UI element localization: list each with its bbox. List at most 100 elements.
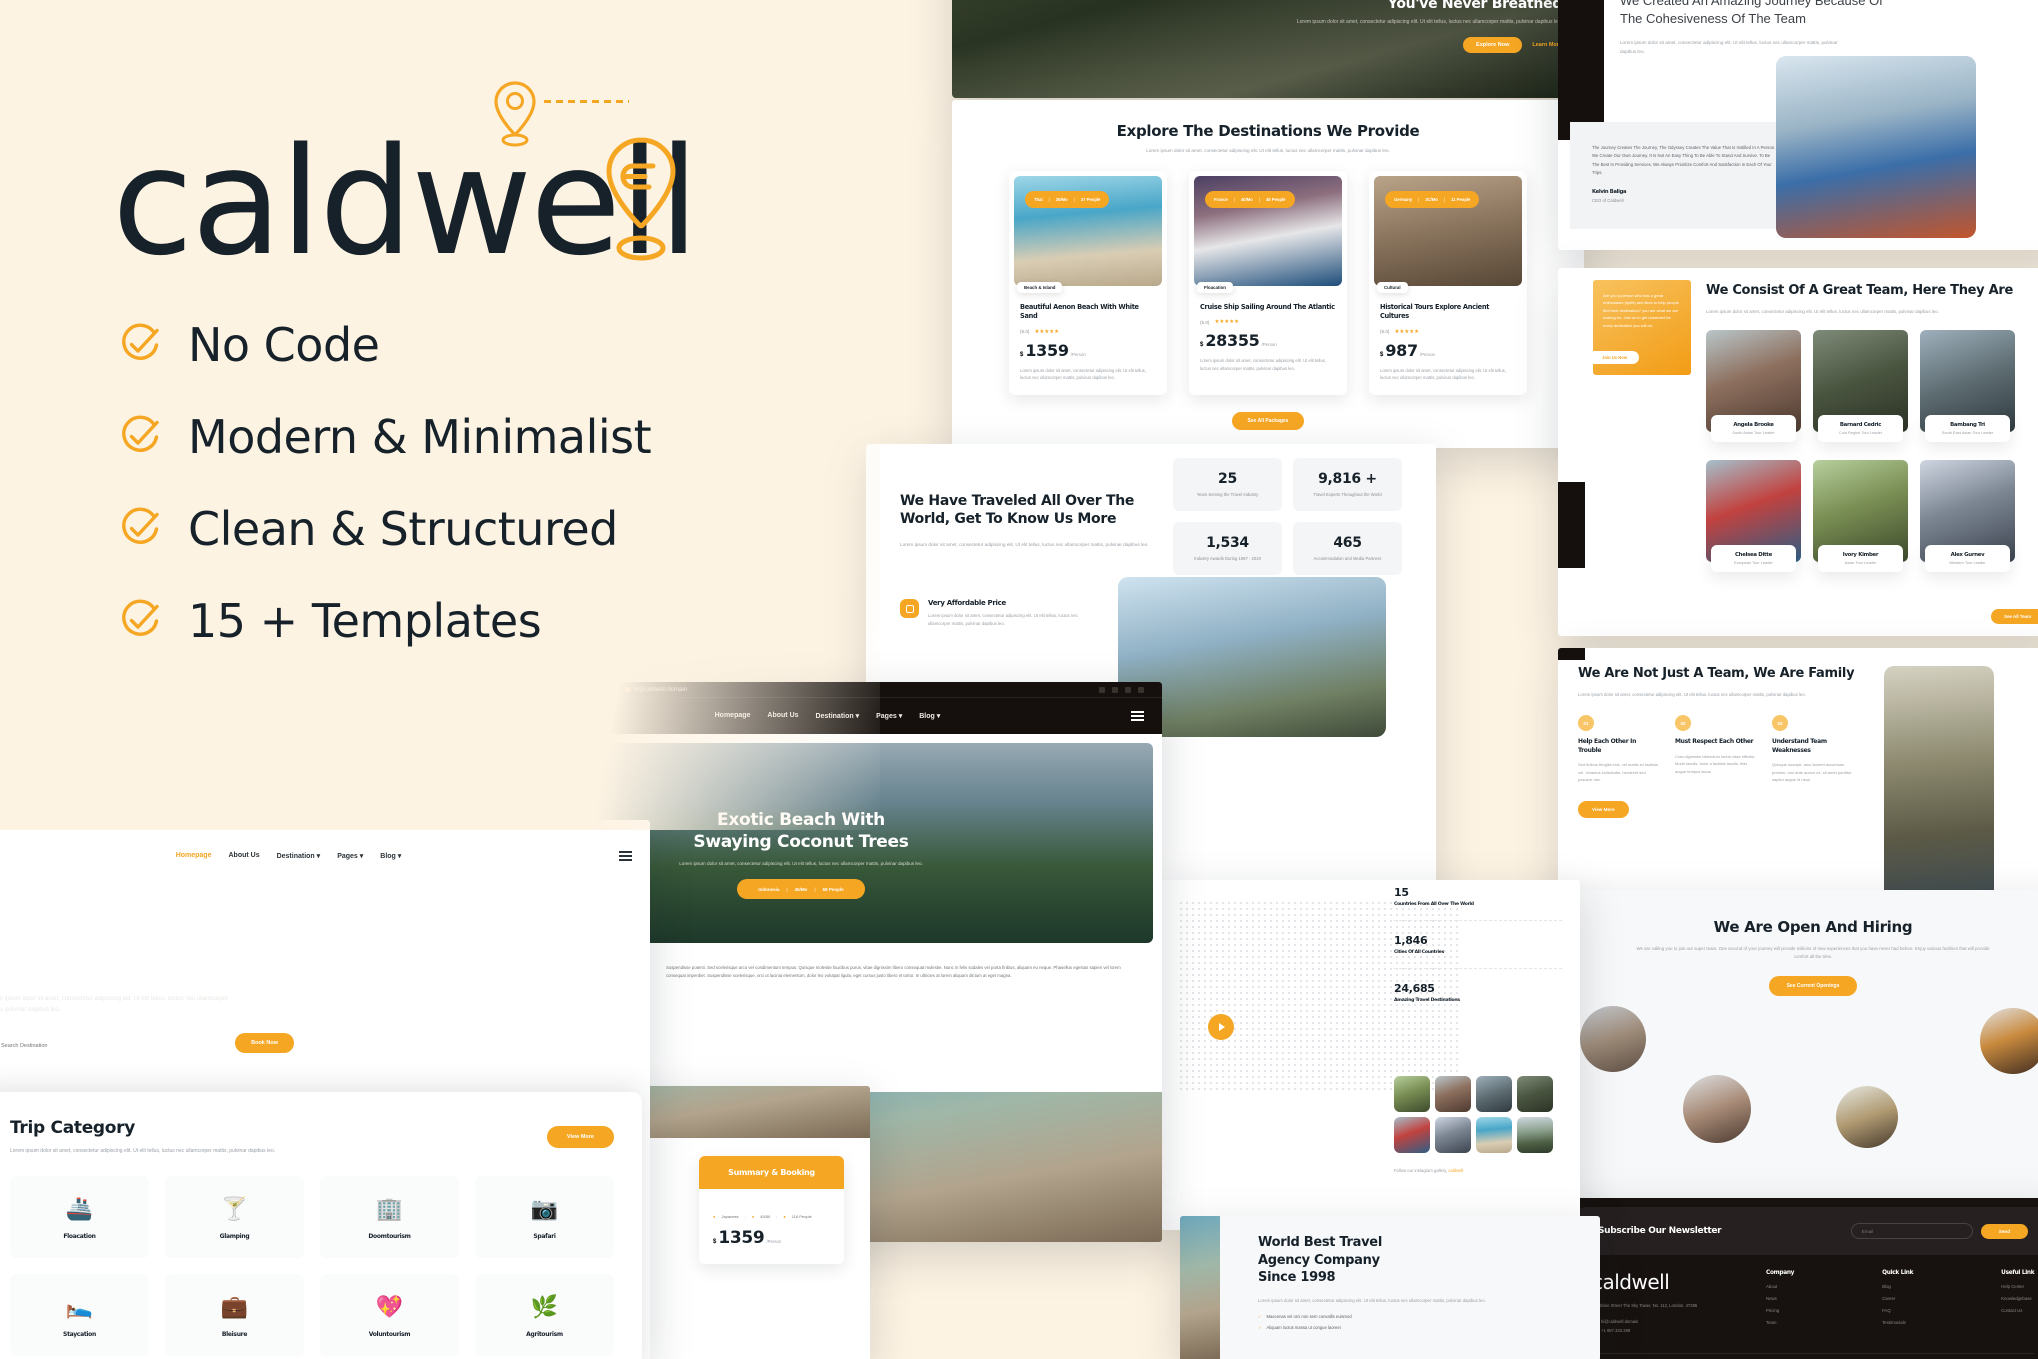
agency-photo <box>1180 1216 1220 1359</box>
facebook-icon[interactable] <box>1099 686 1105 693</box>
price-per: /Person <box>1261 342 1277 348</box>
gallery-link[interactable]: caldwell <box>1448 1168 1463 1173</box>
team-member-card[interactable]: Angela Brooke South Asian Tour Leader <box>1706 329 1801 442</box>
see-openings-button[interactable]: See Current Openings <box>1768 975 1858 996</box>
destinations-title: Explore The Destinations We Provide <box>1116 122 1420 140</box>
team-member-card[interactable]: Barnard Cedric Cold Region Tour Leader <box>1813 329 1908 442</box>
footer-email[interactable]: hi@caldwell.domain <box>1601 1319 1638 1324</box>
trip-category-item[interactable]: 🌿 Agritourism <box>475 1274 614 1357</box>
team-member-card[interactable]: Alex Gurnev Western Tour Leader <box>1920 459 2015 572</box>
footer-link[interactable]: About <box>1766 1284 1794 1289</box>
footer-link[interactable]: Help Center <box>2001 1284 2034 1289</box>
family-item-text: Cras dignissim bibendum lorem vitae effi… <box>1675 753 1756 774</box>
destination-card-title: Historical Tours Explore Ancient Culture… <box>1380 303 1490 321</box>
team-member-card[interactable]: Ivory Kimber Asian Tour Leader <box>1813 459 1908 572</box>
nav-link-pages[interactable]: Pages ▾ <box>876 712 902 720</box>
trip-category-paragraph: Lorem ipsum dolor sit amet, consectetur … <box>10 1148 276 1154</box>
trip-category-label: Agritourism <box>526 1331 563 1339</box>
footer-link[interactable]: Pricing <box>1766 1308 1794 1313</box>
destinations-subtitle: Lorem ipsum dolor sit amet, consectetur … <box>1146 148 1390 153</box>
footer-link[interactable]: Knowledgebase <box>2001 1296 2034 1301</box>
family-view-more-button[interactable]: View More <box>1578 800 1629 818</box>
destination-search-input[interactable] <box>0 1032 236 1061</box>
trip-category-item[interactable]: 💖 Voluntourism <box>320 1274 459 1357</box>
nav-link-destination[interactable]: Destination ▾ <box>277 852 321 860</box>
trip-category-item[interactable]: 🚢 Floacation <box>10 1176 149 1259</box>
gallery-thumb[interactable] <box>1517 1117 1553 1153</box>
book-now-button[interactable]: Book Now <box>235 1033 294 1054</box>
gallery-thumb[interactable] <box>1435 1076 1471 1112</box>
destination-card[interactable]: Germany | 3C/Mo | 11 People Cultural His… <box>1369 171 1527 396</box>
worldmap-stat: 1,846 Cities Of All Countries <box>1394 934 1564 955</box>
nav-link-homepage[interactable]: Homepage <box>176 852 212 860</box>
newsletter-email-input[interactable] <box>1850 1223 1973 1239</box>
gallery-thumb[interactable] <box>1476 1076 1512 1112</box>
stat-card: 9,816 + Travel Experts Throughout the Wo… <box>1292 458 1402 512</box>
team-member-card[interactable]: Bambang Tri South East Asian Tour Leader <box>1920 329 2015 442</box>
footer-link[interactable]: Testimonials <box>1882 1320 1913 1325</box>
gallery-thumb[interactable] <box>1435 1117 1471 1153</box>
nav-link-blog[interactable]: Blog ▾ <box>380 852 401 860</box>
trip-category-card: Trip Category Lorem ipsum dolor sit amet… <box>0 1092 642 1359</box>
newsletter-send-button[interactable]: Send <box>1980 1223 2028 1239</box>
nav-link-pages[interactable]: Pages ▾ <box>337 852 363 860</box>
nav-link-blog[interactable]: Blog ▾ <box>919 712 940 720</box>
heart-icon: 💖 <box>375 1294 404 1320</box>
mockup-mountain-hero: +1 587.333.289 hi@caldwell.domain Homepa… <box>0 820 650 1359</box>
trip-category-view-more-button[interactable]: View More <box>546 1126 614 1148</box>
trip-category-item[interactable]: 🛌 Staycation <box>10 1274 149 1357</box>
stat-value: 465 <box>1333 535 1362 552</box>
stat-card: 465 Accommodation and Media Partners <box>1292 522 1402 576</box>
trip-category-item[interactable]: 🍸 Glamping <box>165 1176 304 1259</box>
agency-bullet: Aliquam luctus massa ut congue laoreet <box>1266 1324 1341 1330</box>
destination-card[interactable]: France | 40/Mo | 48 People Floacation Cr… <box>1189 171 1347 396</box>
see-all-packages-button[interactable]: See All Packages <box>1231 412 1305 431</box>
footer-link[interactable]: FAQ <box>1882 1308 1913 1313</box>
twitter-icon[interactable] <box>1125 686 1131 693</box>
instagram-icon[interactable] <box>1112 686 1118 693</box>
beach-body-text: Suspendisse potenti. Sed scelerisque arc… <box>666 965 1121 979</box>
feature-label: Modern & Minimalist <box>188 410 652 464</box>
team-member-card[interactable]: Chelsea Ditte European Tour Leader <box>1706 459 1801 572</box>
join-us-now-button[interactable]: Join Us Now <box>1593 351 1640 364</box>
family-item: 02 Must Respect Each Other Cras dignissi… <box>1675 715 1757 784</box>
stat-card: 25 Years Serving the Travel Industry <box>1172 458 1282 512</box>
tag-country: Thai <box>1034 197 1043 203</box>
photo-icon: 📷 <box>530 1196 559 1222</box>
stat-value: 1,534 <box>1206 535 1249 552</box>
mockup-family: We Are Not Just A Team, We Are Family Lo… <box>1558 648 2038 898</box>
drink-icon: 🍸 <box>220 1196 249 1222</box>
footer-link[interactable]: Career <box>1882 1296 1913 1301</box>
check-icon: ✓ <box>1258 1324 1262 1330</box>
check-icon: ✓ <box>1258 1313 1262 1319</box>
youtube-icon[interactable] <box>1138 686 1144 693</box>
worldmap-stat-label: Countries From All Over The World <box>1394 902 1474 907</box>
booking-currency: $ <box>713 1239 717 1245</box>
see-all-team-button[interactable]: See All Team <box>1991 609 2038 624</box>
footer-phone[interactable]: +1 887.333.289 <box>1601 1328 1630 1333</box>
menu-burger-icon[interactable] <box>1130 711 1144 721</box>
footer-link[interactable]: Blog <box>1882 1284 1913 1289</box>
family-item-text: Quisque suscipit, arcu laoreet accumsan … <box>1772 761 1852 783</box>
gallery-thumb[interactable] <box>1517 1076 1553 1112</box>
play-button[interactable] <box>1208 1014 1234 1040</box>
menu-burger-icon[interactable] <box>619 851 632 861</box>
tag-people: 11 People <box>1451 197 1471 203</box>
footer-link[interactable]: Contact Us <box>2001 1308 2034 1313</box>
explore-now-button[interactable]: Explore Now <box>1463 36 1523 53</box>
footer-link[interactable]: News <box>1766 1296 1794 1301</box>
destination-card[interactable]: Thai | 35/Mo | 37 People Beach & Island … <box>1009 171 1167 396</box>
agency-bullet: Maecenas vel orci non sem convallis euis… <box>1266 1313 1352 1319</box>
trip-category-item[interactable]: 📷 Spafari <box>475 1176 614 1259</box>
trip-category-item[interactable]: 💼 Bleisure <box>165 1274 304 1357</box>
gallery-thumb[interactable] <box>1476 1117 1512 1153</box>
footer-link[interactable]: Team <box>1766 1320 1794 1325</box>
temp-icon: ● <box>751 1214 755 1219</box>
nav-link-about[interactable]: About Us <box>228 852 259 860</box>
gallery-thumb[interactable] <box>1394 1117 1430 1153</box>
trip-category-item[interactable]: 🏢 Doomtourism <box>320 1176 459 1259</box>
trip-category-title: Trip Category <box>10 1118 136 1138</box>
trip-category-label: Glamping <box>219 1233 250 1241</box>
gallery-thumb[interactable] <box>1394 1076 1430 1112</box>
about-paragraph: Lorem ipsum dolor sit amet, consectetur … <box>900 541 1149 547</box>
